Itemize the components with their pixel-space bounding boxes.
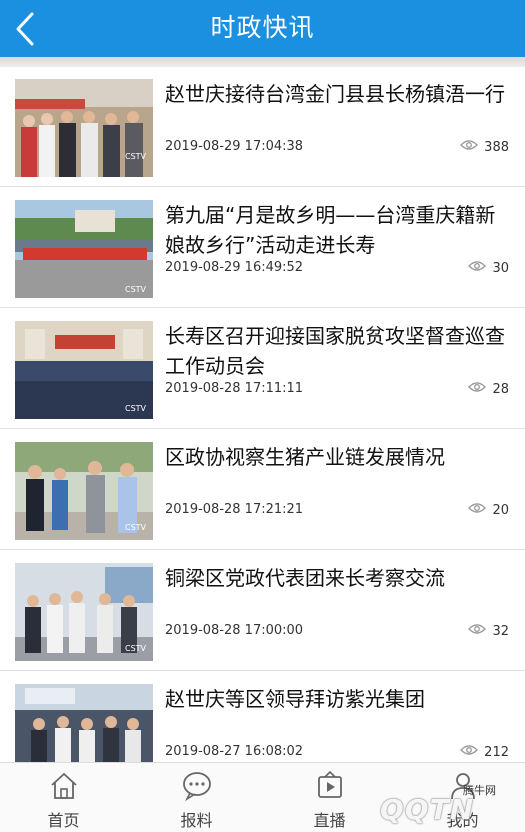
news-thumbnail [15,684,153,762]
tab-live[interactable]: 直播 [277,763,382,832]
tab-report[interactable]: 报料 [144,763,249,832]
news-date: 2019-08-29 17:04:38 [165,139,304,154]
tab-home[interactable]: 首页 [11,763,116,832]
tab-home-label: 首页 [47,811,80,830]
app-screen: 时政快讯 CSTV 赵世庆接待台湾金门县县长杨镇浯一行 2019-08-29 1… [0,0,525,832]
view-count: 32 [468,623,509,639]
house-icon [49,771,79,805]
thumb-logo: CSTV [125,404,147,413]
page-title: 时政快讯 [210,13,315,42]
chat-bubble-icon [181,771,213,805]
news-list[interactable]: CSTV 赵世庆接待台湾金门县县长杨镇浯一行 2019-08-29 17:04:… [0,67,525,762]
news-item[interactable]: CSTV 铜梁区党政代表团来长考察交流 2019-08-28 17:00:00 … [0,551,525,671]
thumb-logo: CSTV [125,285,147,294]
eye-icon [460,139,479,155]
news-title: 第九届“月是故乡明——台湾重庆籍新娘故乡行”活动走进长寿 [165,203,496,257]
view-count-value: 30 [492,260,509,276]
view-count-value: 212 [484,744,509,760]
news-title: 赵世庆接待台湾金门县县长杨镇浯一行 [165,82,505,106]
news-title: 赵世庆等区领导拜访紫光集团 [165,687,425,711]
view-count-value: 32 [492,623,509,639]
view-count: 30 [468,260,509,276]
news-thumbnail: CSTV [15,442,153,540]
news-item[interactable]: CSTV 第九届“月是故乡明——台湾重庆籍新娘故乡行”活动走进长寿 2019-0… [0,188,525,308]
thumb-logo: CSTV [125,644,147,653]
news-item[interactable]: CSTV 长寿区召开迎接国家脱贫攻坚督查巡查工作动员会 2019-08-28 1… [0,309,525,429]
eye-icon [468,502,487,518]
news-date: 2019-08-28 17:00:00 [165,623,304,638]
header-bar: 时政快讯 [0,0,525,57]
thumb-logo: CSTV [125,523,147,532]
news-title: 区政协视察生猪产业链发展情况 [165,445,445,469]
view-count: 212 [460,744,509,760]
watermark-text: QQTN [380,793,475,826]
view-count-value: 388 [484,139,509,155]
news-thumbnail: CSTV [15,321,153,419]
eye-icon [468,623,487,639]
view-count: 28 [468,381,509,397]
news-date: 2019-08-27 16:08:02 [165,744,304,759]
news-thumbnail: CSTV [15,79,153,177]
news-item[interactable]: CSTV 区政协视察生猪产业链发展情况 2019-08-28 17:21:21 … [0,430,525,550]
view-count: 388 [460,139,509,155]
news-date: 2019-08-29 16:49:52 [165,260,304,275]
news-title: 铜梁区党政代表团来长考察交流 [165,566,445,590]
news-item[interactable]: CSTV 赵世庆接待台湾金门县县长杨镇浯一行 2019-08-29 17:04:… [0,67,525,187]
header-shadow [0,57,525,67]
news-thumbnail: CSTV [15,563,153,661]
thumb-logo: CSTV [125,152,147,161]
view-count-value: 20 [492,502,509,518]
view-count-value: 28 [492,381,509,397]
news-thumbnail: CSTV [15,200,153,298]
view-count: 20 [468,502,509,518]
eye-icon [468,381,487,397]
news-item[interactable]: 赵世庆等区领导拜访紫光集团 2019-08-27 16:08:02 212 [0,672,525,762]
tab-live-label: 直播 [313,811,346,830]
news-date: 2019-08-28 17:21:21 [165,502,304,517]
live-icon [315,770,345,805]
news-date: 2019-08-28 17:11:11 [165,381,304,396]
news-title: 长寿区召开迎接国家脱贫攻坚督查巡查工作动员会 [165,324,505,378]
eye-icon [460,744,479,760]
eye-icon [468,260,487,276]
tab-report-label: 报料 [180,811,213,830]
